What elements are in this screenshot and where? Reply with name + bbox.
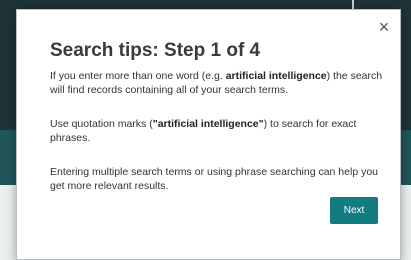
search-tips-dialog: × Search tips: Step 1 of 4 If you enter … (16, 9, 401, 260)
close-icon[interactable]: × (376, 18, 392, 36)
example-term: artificial intelligence (225, 70, 327, 82)
next-button[interactable]: Next (330, 197, 378, 224)
dialog-title: Search tips: Step 1 of 4 (50, 40, 261, 61)
example-phrase: "artificial intelligence" (152, 118, 264, 130)
tip-paragraph-3: Entering multiple search terms or using … (50, 166, 379, 192)
tip-paragraph-2: Use quotation marks ("artificial intelli… (50, 118, 357, 144)
tip-paragraph-1: If you enter more than one word (e.g. ar… (50, 70, 383, 96)
